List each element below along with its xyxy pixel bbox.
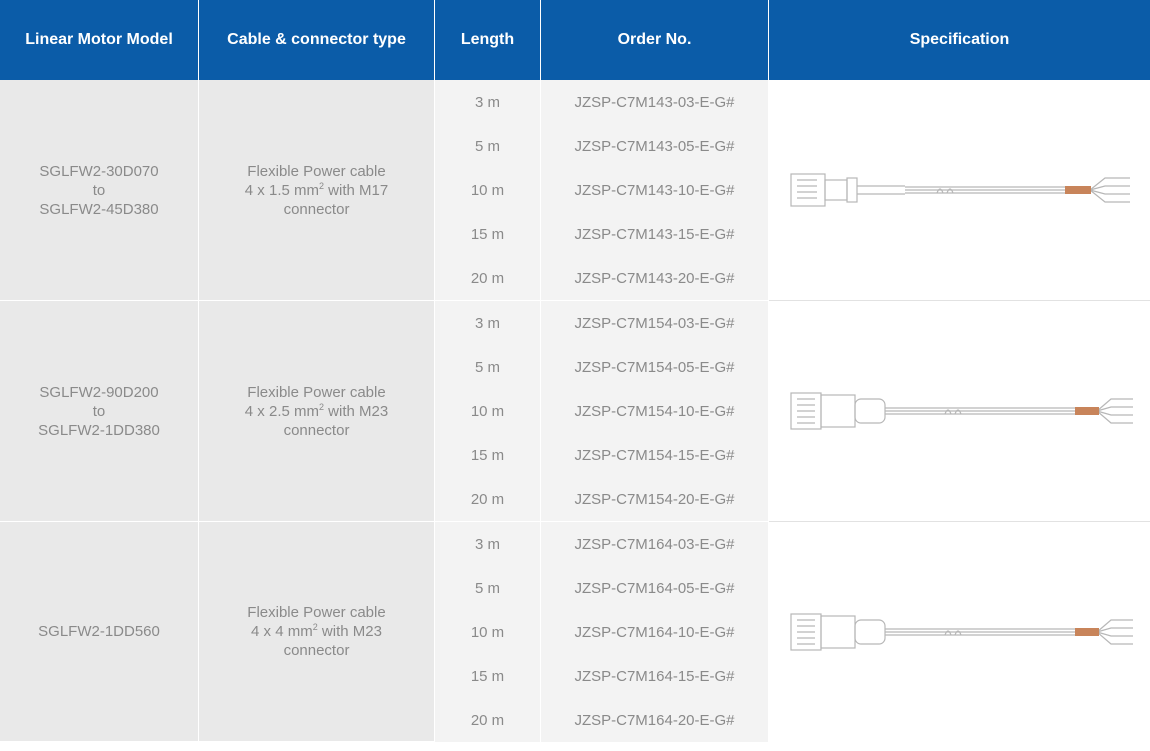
header-length: Length [435,0,541,80]
cable-type-cell: Flexible Power cable 4 x 4 mm2 with M23 … [199,522,435,742]
length-cell: 20 m [435,256,541,301]
cable-line2: 4 x 2.5 mm2 with M23 [199,402,434,421]
length-cell: 3 m [435,301,541,345]
length-cell: 15 m [435,212,541,256]
cable-line2: 4 x 4 mm2 with M23 [199,622,434,641]
model-cell: SGLFW2-30D070 to SGLFW2-45D380 [0,80,199,301]
header-order-no: Order No. [541,0,769,80]
order-no-cell: JZSP-C7M143-20-E-G# [541,256,769,301]
length-cell: 3 m [435,80,541,124]
cable-type-cell: Flexible Power cable 4 x 2.5 mm2 with M2… [199,301,435,522]
length-cell: 20 m [435,698,541,742]
cable-cross-section: 4 x 2.5 mm [244,402,319,420]
model-cell: SGLFW2-90D200 to SGLFW2-1DD380 [0,301,199,522]
specification-image-cell [769,522,1150,742]
order-no-cell: JZSP-C7M154-05-E-G# [541,345,769,389]
header-model: Linear Motor Model [0,0,199,80]
model-to-word: to [92,402,106,420]
length-cell: 15 m [435,654,541,698]
length-cell: 3 m [435,522,541,566]
order-no-cell: JZSP-C7M164-05-E-G# [541,566,769,610]
cable-cross-section: 4 x 4 mm [251,623,313,640]
table-row: SGLFW2-30D070 to SGLFW2-45D380 Flexible … [0,80,1150,301]
length-cell: 10 m [435,389,541,433]
header-cable-type: Cable & connector type [199,0,435,80]
m17-cable-connector-image [789,173,1130,207]
cable-line3: connector [283,642,350,659]
cable-spec-table: Linear Motor Model Cable & connector typ… [0,0,1150,742]
length-cell: 5 m [435,566,541,610]
cable-line1: Flexible Power cable [247,383,386,401]
length-cell: 10 m [435,168,541,212]
order-no-cell: JZSP-C7M143-05-E-G# [541,124,769,168]
order-no-cell: JZSP-C7M164-03-E-G# [541,522,769,566]
order-no-cell: JZSP-C7M143-10-E-G# [541,168,769,212]
order-no-cell: JZSP-C7M164-10-E-G# [541,610,769,654]
model-to-word: to [92,181,106,199]
cable-connector-spec: with M23 [324,402,389,420]
cable-cross-section: 4 x 1.5 mm [244,181,319,199]
order-no-cell: JZSP-C7M143-15-E-G# [541,212,769,256]
specification-image-cell [769,80,1150,301]
cable-type-cell: Flexible Power cable 4 x 1.5 mm2 with M1… [199,80,435,301]
cable-connector-spec: with M17 [324,181,389,199]
m23-cable-connector-image [789,392,1133,430]
cable-connector-spec: with M23 [317,623,382,640]
table-header-row: Linear Motor Model Cable & connector typ… [0,0,1150,80]
order-no-cell: JZSP-C7M164-20-E-G# [541,698,769,742]
order-no-cell: JZSP-C7M143-03-E-G# [541,80,769,124]
order-no-cell: JZSP-C7M154-20-E-G# [541,477,769,522]
order-no-cell: JZSP-C7M154-03-E-G# [541,301,769,345]
table-row: SGLFW2-90D200 to SGLFW2-1DD380 Flexible … [0,301,1150,522]
length-cell: 5 m [435,124,541,168]
length-cell: 15 m [435,433,541,477]
cable-line1: Flexible Power cable [247,162,386,180]
model-from: SGLFW2-30D070 [39,162,159,180]
order-no-cell: JZSP-C7M154-10-E-G# [541,389,769,433]
model-to: SGLFW2-1DD380 [38,421,160,439]
order-no-cell: JZSP-C7M164-15-E-G# [541,654,769,698]
table-row: SGLFW2-1DD560 Flexible Power cable 4 x 4… [0,522,1150,742]
model-cell: SGLFW2-1DD560 [0,522,199,742]
model-to: SGLFW2-45D380 [39,200,159,218]
order-no-cell: JZSP-C7M154-15-E-G# [541,433,769,477]
model-from: SGLFW2-90D200 [39,383,159,401]
length-cell: 10 m [435,610,541,654]
specification-image-cell [769,301,1150,522]
cable-line1: Flexible Power cable [247,604,386,621]
length-cell: 5 m [435,345,541,389]
cable-line3: connector [283,200,350,218]
m23-cable-connector-image [789,613,1133,651]
length-cell: 20 m [435,477,541,522]
header-specification: Specification [769,0,1150,80]
model-from: SGLFW2-1DD560 [38,623,160,640]
cable-line3: connector [283,421,350,439]
cable-line2: 4 x 1.5 mm2 with M17 [199,181,434,200]
